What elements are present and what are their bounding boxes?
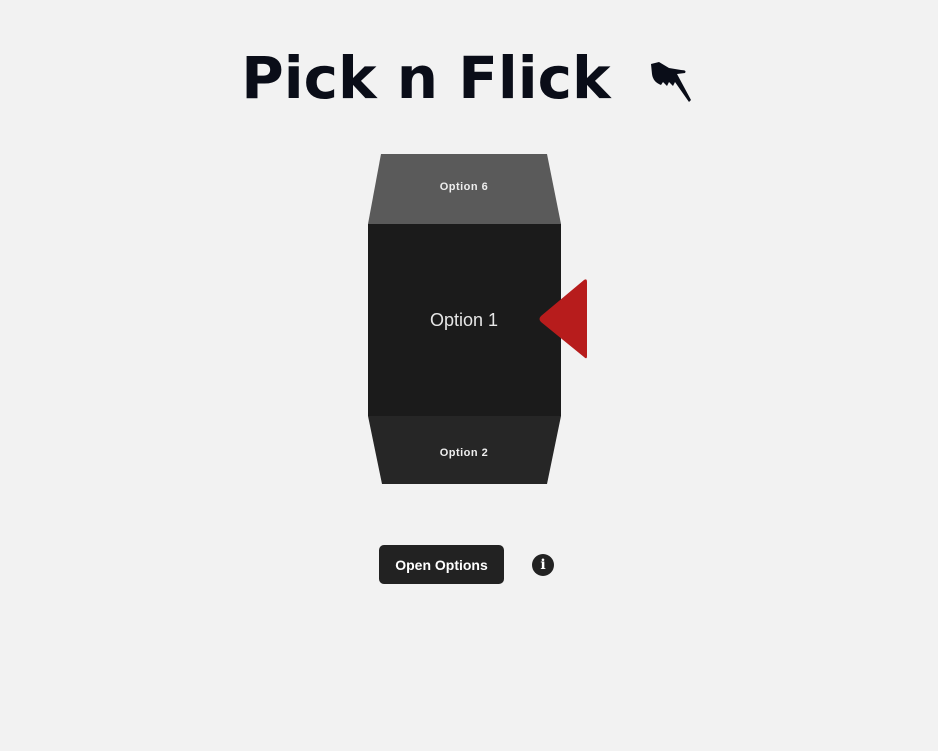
face-bottom-label: Option 2	[440, 447, 489, 459]
face-front-label: Option 1	[430, 310, 498, 330]
face-top-label: Option 6	[440, 181, 489, 193]
option-picker[interactable]: Option 6 Option 1 Option 2	[0, 0, 938, 751]
info-icon[interactable]: i	[532, 554, 554, 576]
open-options-button[interactable]: Open Options	[379, 545, 504, 584]
